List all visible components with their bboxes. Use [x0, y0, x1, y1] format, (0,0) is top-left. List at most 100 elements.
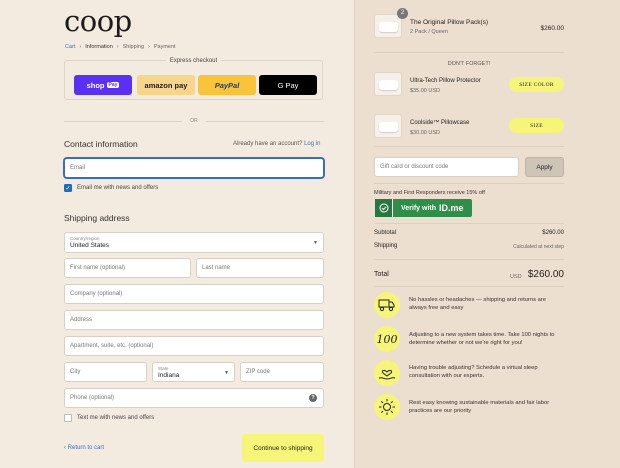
divider [374, 286, 564, 287]
total-label: Total [374, 271, 389, 278]
shop-pay-button[interactable]: shop Pay [74, 75, 132, 95]
amazon-pay-button[interactable]: amazon pay [137, 75, 195, 95]
newsletter-checkbox[interactable]: ✓ [64, 184, 72, 192]
breadcrumb: Cart › Information › Shipping › Payment [65, 44, 176, 50]
email-field[interactable]: Email [64, 158, 324, 178]
express-checkout-title: Express checkout [165, 58, 222, 64]
state-label: State [158, 366, 169, 371]
login-prompt: Already have an account? Log in [233, 141, 320, 147]
email-placeholder: Email [70, 165, 86, 171]
contact-heading: Contact information [64, 139, 138, 149]
sun-icon [374, 394, 400, 420]
return-to-cart-link[interactable]: ‹ Return to cart [64, 445, 104, 451]
discount-code-field[interactable]: Gift card or discount code [374, 157, 519, 177]
item-variant: 2 Pack / Queen [410, 29, 448, 35]
country-value: United States [70, 242, 110, 249]
pillow-protector-thumbnail [374, 72, 402, 96]
item-price: $260.00 [540, 25, 565, 32]
divider [374, 223, 564, 224]
or-divider: OR [64, 118, 324, 124]
help-icon[interactable]: ? [309, 394, 317, 402]
sms-label: Text me with news and offers [77, 415, 155, 421]
account-prompt-text: Already have an account? [233, 141, 303, 147]
feature-text: Adjusting to a new system takes time. Ta… [409, 332, 555, 347]
zip-placeholder: ZIP code [246, 369, 270, 375]
hand-heart-icon [374, 360, 400, 386]
shop-pay-label: shop [86, 80, 105, 90]
chevron-right-icon: › [148, 44, 150, 50]
first-name-placeholder: First name (optional) [70, 265, 126, 271]
feature-text: Rest easy knowing sustainable materials … [409, 400, 550, 415]
company-field[interactable]: Company (optional) [64, 284, 324, 304]
country-label: Country/region [70, 236, 100, 241]
login-link[interactable]: Log in [304, 141, 320, 147]
truck-icon [374, 292, 400, 318]
zip-field[interactable]: ZIP code [240, 362, 324, 382]
country-select[interactable]: Country/region United States ▼ [64, 232, 324, 253]
idme-brand: ID.me [439, 203, 464, 213]
express-checkout-box: Express checkout shop Pay amazon pay Pay… [64, 58, 323, 100]
pillowcase-thumbnail [374, 114, 402, 138]
upsell-price: $30.00 USD [410, 130, 440, 136]
address-field[interactable]: Address [64, 310, 324, 330]
sms-checkbox[interactable] [64, 414, 72, 422]
company-placeholder: Company (optional) [70, 291, 123, 297]
brand-logo[interactable]: coop [64, 4, 132, 38]
paypal-button[interactable]: PayPal [198, 75, 256, 95]
breadcrumb-cart[interactable]: Cart [65, 44, 75, 50]
shipping-label: Shipping [374, 243, 398, 249]
feature-text: Having trouble adjusting? Schedule a vir… [409, 365, 538, 380]
city-field[interactable]: City [64, 362, 147, 382]
chevron-right-icon: › [79, 44, 82, 50]
last-name-field[interactable]: Last name [196, 258, 324, 278]
discount-placeholder: Gift card or discount code [380, 164, 449, 170]
first-name-field[interactable]: First name (optional) [64, 258, 191, 278]
upsell-price: $35.00 USD [410, 88, 440, 94]
quantity-badge: 2 [397, 8, 408, 19]
currency-label: USD [510, 274, 522, 280]
state-select[interactable]: State Indiana ▼ [152, 362, 235, 382]
upsell-name: Ultra-Tech Pillow Protector [410, 78, 481, 84]
idme-text: Verify with [401, 204, 437, 212]
checkout-form-panel: coop Cart › Information › Shipping › Pay… [0, 0, 354, 468]
phone-placeholder: Phone (optional) [70, 395, 115, 401]
divider [374, 259, 564, 260]
size-button[interactable]: SIZE [509, 118, 564, 133]
subtotal-value: $260.00 [542, 230, 564, 236]
chevron-right-icon: › [116, 44, 119, 50]
total-value: $260.00 [527, 269, 564, 280]
divider [374, 183, 564, 184]
subtotal-label: Subtotal [374, 230, 397, 236]
shop-pay-sub: Pay [106, 82, 120, 88]
phone-field[interactable]: Phone (optional) ? [64, 388, 324, 408]
shipping-heading: Shipping address [64, 213, 130, 223]
apply-button[interactable]: Apply [525, 157, 564, 177]
last-name-placeholder: Last name [202, 265, 231, 271]
pillow-pack-thumbnail [374, 14, 402, 38]
google-pay-button[interactable]: G Pay [259, 75, 317, 95]
city-placeholder: City [70, 369, 81, 375]
dont-forget-heading: DON'T FORGET! [447, 61, 491, 67]
chevron-down-icon: ▼ [224, 370, 229, 376]
state-value: Indiana [158, 372, 180, 379]
apartment-placeholder: Apartment, suite, etc. (optional) [70, 343, 154, 349]
shipping-value: Calculated at next step [513, 244, 564, 250]
divider [374, 52, 564, 53]
newsletter-label: Email me with news and offers [77, 185, 159, 191]
breadcrumb-information: Information [85, 44, 113, 50]
continue-to-shipping-button[interactable]: Continue to shipping [242, 434, 324, 462]
divider [374, 146, 564, 147]
item-name: The Original Pillow Pack(s) [410, 19, 489, 26]
shield-check-icon [375, 199, 393, 217]
100-icon: 100 [374, 326, 400, 352]
feature-text: No hassles or headaches — shipping and r… [409, 297, 546, 312]
google-pay-label: G Pay [277, 80, 299, 90]
paypal-label: PayPal [214, 80, 240, 90]
breadcrumb-payment: Payment [153, 44, 176, 50]
size-color-button[interactable]: SIZE COLOR [509, 77, 564, 92]
idme-verify-button[interactable]: Verify with ID.me [375, 199, 472, 217]
amazon-pay-label: amazon pay [144, 80, 188, 90]
upsell-name: Coolside™ Pillowcase [410, 120, 470, 126]
apartment-field[interactable]: Apartment, suite, etc. (optional) [64, 336, 324, 356]
address-placeholder: Address [70, 317, 93, 323]
